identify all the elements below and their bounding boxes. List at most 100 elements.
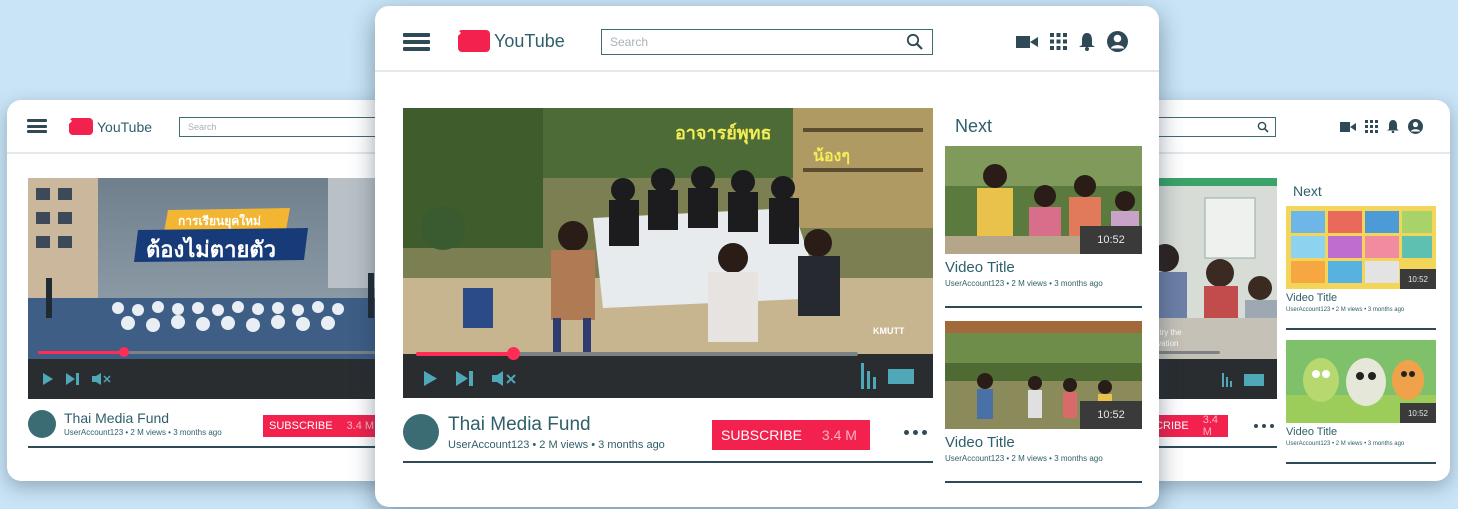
video-thumbnail[interactable]: 10:52: [945, 321, 1142, 429]
channel-name[interactable]: Thai Media Fund: [64, 410, 222, 426]
progress-fill: [38, 351, 125, 354]
search-input[interactable]: [601, 29, 933, 55]
channel-watermark: KMUTT: [873, 326, 905, 336]
skip-next-icon[interactable]: [66, 373, 80, 385]
divider: [945, 306, 1142, 308]
mute-icon[interactable]: [92, 373, 112, 385]
next-video-title[interactable]: Video Title: [945, 259, 1015, 276]
subscribe-button[interactable]: SUBSCRIBE 3.4 M: [712, 420, 870, 450]
next-video-meta: UserAccount123 • 2 M views • 3 months ag…: [945, 279, 1103, 288]
next-video-card-2[interactable]: 10:52 Video Title UserAccount123 • 2 M v…: [1286, 340, 1436, 464]
bell-icon[interactable]: [1079, 32, 1095, 51]
account-icon[interactable]: [1408, 119, 1423, 134]
next-video-meta: UserAccount123 • 2 M views • 3 months ag…: [1286, 441, 1405, 447]
video-duration: 10:52: [1400, 269, 1436, 289]
progress-handle[interactable]: [506, 347, 520, 360]
main-header: YouTube: [375, 6, 1159, 72]
video-camera-icon[interactable]: [1340, 121, 1356, 133]
next-heading: Next: [1293, 183, 1322, 199]
play-logo-icon: [69, 118, 93, 135]
captions-icon[interactable]: [1222, 373, 1236, 387]
skip-next-icon[interactable]: [456, 371, 474, 386]
player-buttons: [423, 371, 518, 386]
video-player[interactable]: country the innovation: [1140, 178, 1277, 399]
next-video-card-2[interactable]: 10:52 Video Title UserAccount123 • 2 M v…: [945, 321, 1142, 485]
next-video-meta: UserAccount123 • 2 M views • 3 months ag…: [1286, 307, 1405, 313]
mute-icon[interactable]: [492, 371, 518, 386]
play-icon[interactable]: [423, 371, 438, 386]
fullscreen-icon[interactable]: [888, 368, 914, 384]
divider: [1286, 462, 1436, 464]
video-player[interactable]: การเรียนยุคใหม่ ต้องไม่ตายตัว: [28, 178, 408, 399]
video-duration: 10:52: [1400, 403, 1436, 423]
divider: [1286, 328, 1436, 330]
divider: [945, 481, 1142, 483]
apps-grid-icon[interactable]: [1050, 33, 1067, 50]
channel-avatar[interactable]: [28, 410, 56, 438]
play-logo-icon: [458, 30, 490, 52]
divider: [28, 446, 408, 448]
player-right-buttons: [861, 363, 914, 389]
next-video-title[interactable]: Video Title: [1286, 426, 1337, 438]
next-video-card-1[interactable]: 10:52 Video Title UserAccount123 • 2 M v…: [1286, 206, 1436, 330]
player-right-buttons: [1222, 373, 1264, 387]
subscribe-label: SUBSCRIBE: [721, 427, 802, 443]
search-icon[interactable]: [906, 33, 923, 55]
search-input[interactable]: [1140, 117, 1276, 137]
header-actions: [1340, 119, 1423, 134]
player-buttons: [42, 373, 112, 385]
video-frame: [28, 178, 408, 368]
divider: [403, 461, 933, 463]
menu-icon[interactable]: [27, 119, 47, 133]
video-meta: UserAccount123 • 2 M views • 3 months ag…: [448, 439, 665, 451]
channel-avatar[interactable]: [403, 414, 439, 450]
video-thumbnail[interactable]: 10:52: [1286, 206, 1436, 289]
next-video-title[interactable]: Video Title: [945, 434, 1015, 451]
video-frame: [403, 108, 933, 358]
video-thumbnail[interactable]: 10:52: [945, 146, 1142, 254]
player-controls: [28, 347, 408, 399]
left-header: YouTube: [7, 100, 427, 154]
video-camera-icon[interactable]: [1016, 34, 1038, 50]
video-duration: 10:52: [1080, 226, 1142, 254]
subscriber-count: 3.4 M: [821, 427, 857, 443]
progress-bar[interactable]: [416, 352, 858, 356]
channel-info: Thai Media Fund UserAccount123 • 2 M vie…: [403, 414, 665, 451]
progress-fill: [416, 352, 514, 356]
channel-info: Thai Media Fund UserAccount123 • 2 M vie…: [28, 410, 222, 438]
video-duration: 10:52: [1080, 401, 1142, 429]
right-youtube-window: country the innovation SUBSCRIBE 3.4 M N…: [1140, 100, 1450, 481]
play-icon[interactable]: [42, 373, 54, 385]
captions-icon[interactable]: [861, 363, 878, 389]
more-options-icon[interactable]: [904, 430, 927, 435]
next-heading: Next: [955, 116, 993, 136]
channel-name[interactable]: Thai Media Fund: [448, 414, 665, 436]
progress-bar[interactable]: [38, 351, 398, 354]
video-meta: UserAccount123 • 2 M views • 3 months ag…: [64, 428, 222, 437]
video-thumbnail[interactable]: 10:52: [1286, 340, 1436, 423]
next-video-meta: UserAccount123 • 2 M views • 3 months ag…: [945, 454, 1103, 463]
youtube-logo[interactable]: YouTube: [458, 30, 565, 52]
header-actions: [1016, 31, 1128, 52]
bell-icon[interactable]: [1387, 120, 1399, 133]
apps-grid-icon[interactable]: [1365, 120, 1378, 133]
search-icon[interactable]: [1257, 120, 1269, 138]
player-controls: [403, 347, 933, 398]
menu-icon[interactable]: [403, 33, 430, 51]
account-icon[interactable]: [1107, 31, 1128, 52]
fullscreen-icon[interactable]: [1244, 374, 1264, 386]
video-overlay-line1: อาจารย์พุทธ: [675, 123, 772, 143]
video-player[interactable]: อาจารย์พุทธ น้องๆ KMUTT: [403, 108, 933, 398]
video-overlay-line2: น้องๆ: [813, 148, 850, 165]
brand-name: YouTube: [494, 30, 565, 51]
youtube-logo[interactable]: YouTube: [69, 118, 152, 135]
more-options-icon[interactable]: [1254, 424, 1274, 428]
video-overlay-line1: การเรียนยุคใหม่: [178, 214, 261, 228]
video-overlay-line2: ต้องไม่ตายตัว: [146, 237, 276, 262]
divider: [1140, 446, 1277, 448]
subscribe-label: SUBSCRIBE: [269, 420, 333, 432]
left-youtube-window: YouTube การเรียนยุคใหม่ ต้องไม: [7, 100, 427, 481]
next-video-card-1[interactable]: 10:52 Video Title UserAccount123 • 2 M v…: [945, 146, 1142, 310]
player-controls: [1140, 351, 1277, 399]
next-video-title[interactable]: Video Title: [1286, 292, 1337, 304]
